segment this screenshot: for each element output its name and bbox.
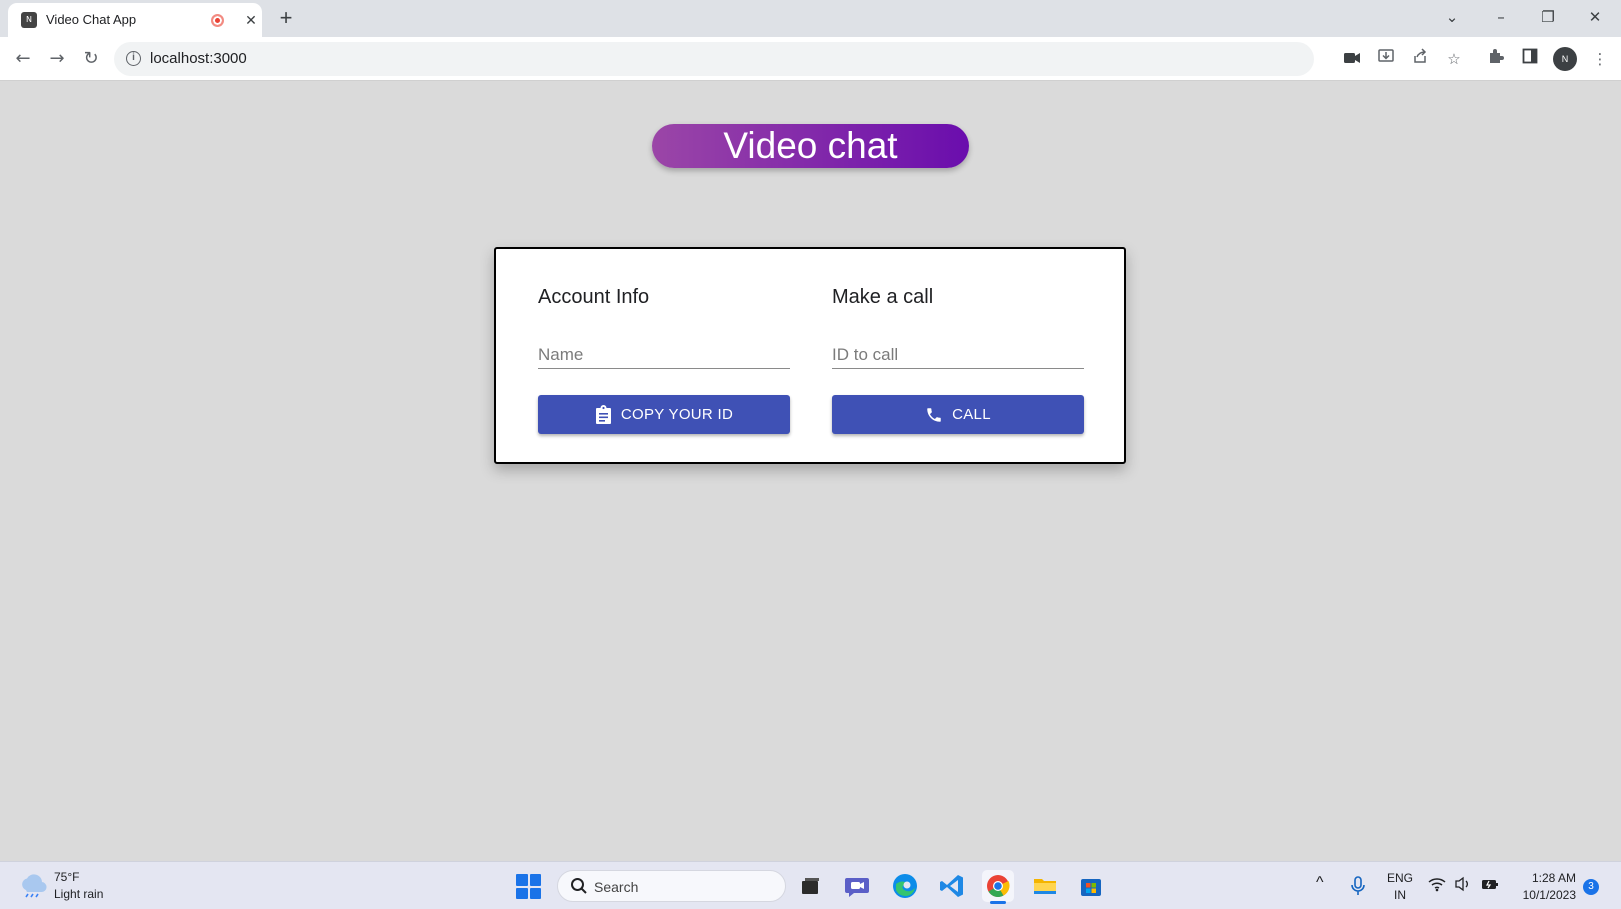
vscode-icon[interactable] bbox=[936, 870, 968, 902]
call-button[interactable]: CALL bbox=[832, 395, 1084, 434]
clock-time[interactable]: 1:28 AM bbox=[1512, 871, 1576, 885]
copy-id-button[interactable]: COPY YOUR ID bbox=[538, 395, 790, 434]
notification-count-badge[interactable]: 3 bbox=[1583, 879, 1599, 895]
call-button-label: CALL bbox=[952, 406, 991, 423]
share-icon[interactable] bbox=[1409, 48, 1431, 70]
windows-start-icon[interactable] bbox=[516, 874, 541, 899]
edge-browser-icon[interactable] bbox=[889, 870, 921, 902]
active-app-indicator bbox=[990, 901, 1006, 904]
browser-toolbar: ← → ↻ i localhost:3000 ☆ N ⋮ bbox=[0, 37, 1621, 81]
clock-date[interactable]: 10/1/2023 bbox=[1512, 888, 1576, 902]
side-panel-icon[interactable] bbox=[1519, 48, 1541, 70]
clipboard-icon bbox=[595, 405, 611, 424]
tab-favicon-icon: N bbox=[21, 12, 37, 28]
chrome-icon[interactable] bbox=[982, 870, 1014, 904]
id-to-call-input[interactable] bbox=[832, 341, 1084, 369]
tab-search-chevron-icon[interactable]: ⌄ bbox=[1437, 4, 1467, 30]
file-explorer-icon[interactable] bbox=[1029, 870, 1061, 902]
microsoft-store-icon[interactable] bbox=[1075, 870, 1107, 902]
profile-avatar[interactable]: N bbox=[1553, 47, 1577, 71]
recording-indicator-icon bbox=[211, 14, 224, 27]
language-region[interactable]: IN bbox=[1386, 888, 1414, 902]
tab-close-icon[interactable]: ✕ bbox=[242, 11, 260, 29]
reload-icon[interactable]: ↻ bbox=[78, 46, 104, 72]
browser-tab[interactable]: N Video Chat App ✕ bbox=[8, 3, 262, 37]
copy-id-button-label: COPY YOUR ID bbox=[620, 406, 734, 423]
browser-menu-icon[interactable]: ⋮ bbox=[1589, 48, 1611, 70]
name-input[interactable] bbox=[538, 341, 790, 369]
task-view-icon[interactable] bbox=[794, 870, 826, 902]
windows-taskbar: 75°F Light rain Search ^ ENG IN 1:28 AM … bbox=[0, 861, 1621, 909]
teams-chat-icon[interactable] bbox=[841, 870, 873, 902]
page-content: Video chat Account Info COPY YOUR ID Mak… bbox=[0, 82, 1621, 861]
call-panel: Account Info COPY YOUR ID Make a call bbox=[494, 247, 1126, 464]
weather-temperature[interactable]: 75°F bbox=[54, 870, 79, 884]
language-code[interactable]: ENG bbox=[1386, 871, 1414, 885]
battery-icon[interactable] bbox=[1480, 876, 1500, 895]
install-icon[interactable] bbox=[1375, 48, 1397, 70]
bookmark-star-icon[interactable]: ☆ bbox=[1443, 48, 1465, 70]
site-info-icon[interactable]: i bbox=[126, 51, 141, 66]
tab-title: Video Chat App bbox=[46, 12, 137, 27]
restore-button[interactable]: ❐ bbox=[1533, 4, 1563, 30]
make-call-heading: Make a call bbox=[832, 286, 934, 308]
search-icon bbox=[571, 878, 587, 894]
address-bar[interactable]: i localhost:3000 bbox=[114, 42, 1314, 76]
account-info-heading: Account Info bbox=[538, 286, 650, 308]
show-hidden-icons-chevron-icon[interactable]: ^ bbox=[1316, 874, 1324, 892]
url-text[interactable]: localhost:3000 bbox=[150, 50, 247, 67]
taskbar-search[interactable]: Search bbox=[557, 870, 786, 902]
new-tab-button[interactable]: + bbox=[274, 6, 298, 30]
back-icon[interactable]: ← bbox=[10, 46, 36, 72]
browser-tab-bar: N Video Chat App ✕ + ⌄ – ❐ ✕ bbox=[0, 0, 1621, 37]
weather-rain-icon[interactable] bbox=[18, 874, 48, 898]
weather-description[interactable]: Light rain bbox=[54, 887, 103, 901]
wifi-icon[interactable] bbox=[1428, 876, 1446, 896]
forward-icon[interactable]: → bbox=[44, 46, 70, 72]
search-label: Search bbox=[594, 879, 639, 895]
camera-icon[interactable] bbox=[1341, 48, 1363, 70]
minimize-button[interactable]: – bbox=[1486, 4, 1516, 30]
app-title: Video chat bbox=[652, 124, 969, 168]
phone-icon bbox=[927, 407, 941, 422]
microphone-icon[interactable] bbox=[1344, 872, 1372, 900]
volume-icon[interactable] bbox=[1454, 876, 1472, 895]
close-window-button[interactable]: ✕ bbox=[1580, 4, 1610, 30]
extensions-icon[interactable] bbox=[1485, 48, 1507, 70]
